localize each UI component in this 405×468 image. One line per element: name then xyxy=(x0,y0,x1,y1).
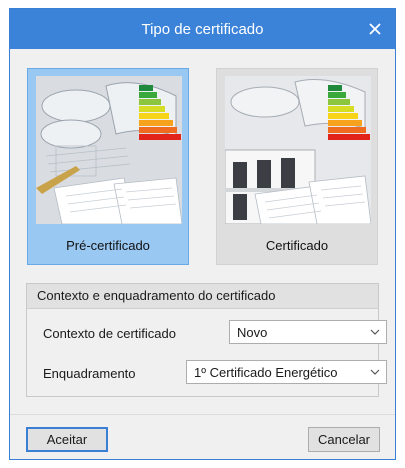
tile-certificado[interactable]: Certificado xyxy=(216,68,378,265)
chevron-down-icon xyxy=(370,369,380,375)
accept-button[interactable]: Aceitar xyxy=(26,427,108,452)
framework-select[interactable]: 1º Certificado Energético xyxy=(186,360,387,384)
tile-label: Pré-certificado xyxy=(66,238,150,253)
framework-value: 1º Certificado Energético xyxy=(194,364,338,380)
cancel-button[interactable]: Cancelar xyxy=(308,427,380,452)
tile-label: Certificado xyxy=(265,238,329,253)
tile-pre-certificado[interactable]: Pré-certificado xyxy=(27,68,189,265)
group-title: Contexto e enquadramento do certificado xyxy=(27,284,378,309)
context-group: Contexto e enquadramento do certificado … xyxy=(26,283,387,397)
title-bar: Tipo de certificado xyxy=(10,9,395,49)
certificate-type-options: Pré-certificado Certificado xyxy=(27,68,378,266)
pre-certificate-illustration xyxy=(36,76,182,224)
certificate-type-dialog: Tipo de certificado Pré-certificado Cert… xyxy=(9,8,396,460)
context-label: Contexto de certificado xyxy=(43,325,176,341)
dialog-title: Tipo de certificado xyxy=(141,20,264,38)
close-button[interactable] xyxy=(355,9,395,49)
footer-divider xyxy=(10,414,395,415)
context-value: Novo xyxy=(237,324,268,340)
certificate-illustration xyxy=(225,76,371,224)
context-select[interactable]: Novo xyxy=(229,320,387,344)
framework-label: Enquadramento xyxy=(43,365,136,381)
chevron-down-icon xyxy=(370,329,380,335)
close-icon xyxy=(369,23,381,35)
